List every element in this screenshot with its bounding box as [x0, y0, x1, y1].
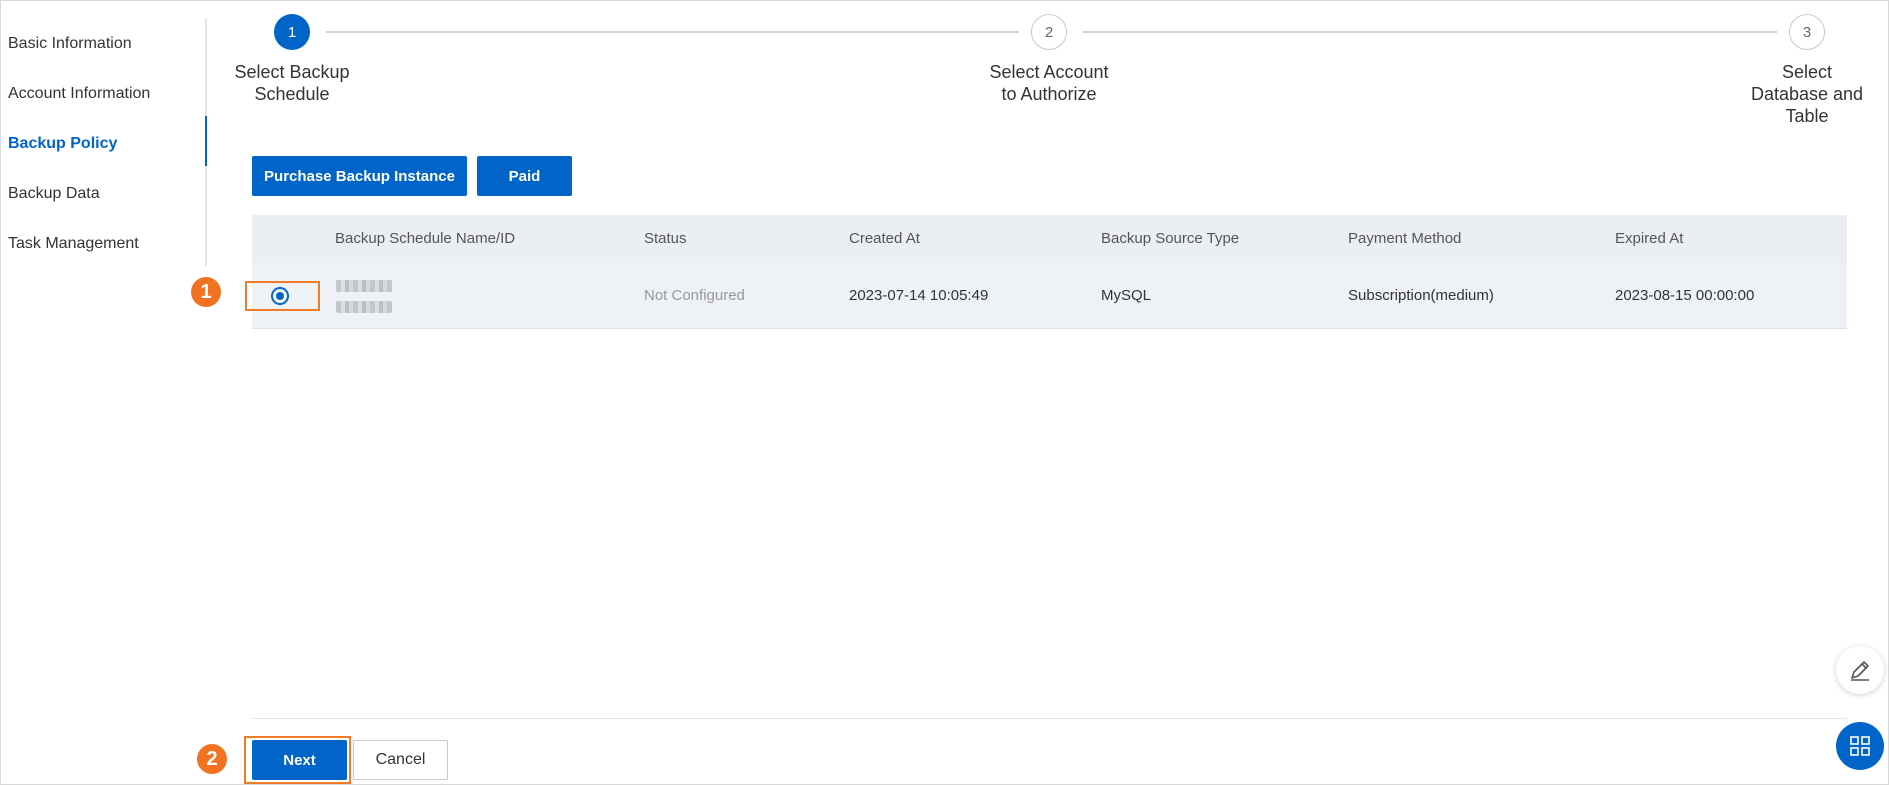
step-2-label: Select Account to Authorize: [969, 61, 1129, 105]
column-header-status: Status: [644, 230, 687, 247]
cell-status: Not Configured: [644, 287, 745, 304]
column-header-created-at: Created At: [849, 230, 920, 247]
cell-created-at: 2023-07-14 10:05:49: [849, 287, 989, 304]
cancel-button[interactable]: Cancel: [353, 740, 448, 780]
redacted-schedule-name: [336, 280, 392, 292]
sidebar-item-task-management[interactable]: Task Management: [8, 235, 139, 253]
step-3-circle: 3: [1789, 14, 1825, 50]
pencil-icon: [1851, 661, 1869, 681]
grid-icon: [1850, 736, 1870, 756]
step-1-label-line: Schedule: [254, 84, 330, 104]
step-connector: [326, 31, 1019, 33]
step-3-label-line: Database and: [1750, 84, 1864, 104]
cell-expired-at: 2023-08-15 00:00:00: [1615, 287, 1755, 304]
cell-source-type: MySQL: [1101, 287, 1152, 304]
sidebar-active-indicator: [205, 116, 207, 166]
annotation-badge-1: 1: [191, 277, 221, 307]
step-3-label: Select Database and Table: [1731, 61, 1883, 127]
step-1-circle: 1: [274, 14, 310, 50]
apps-floating-button[interactable]: [1836, 722, 1884, 770]
sidebar-item-basic-information[interactable]: Basic Information: [8, 35, 132, 53]
table-row[interactable]: Not Configured 2023-07-14 10:05:49 MySQL…: [252, 263, 1847, 329]
edit-floating-button[interactable]: [1836, 646, 1884, 694]
step-1-label: Select Backup Schedule: [212, 61, 372, 105]
table-header: Backup Schedule Name/ID Status Created A…: [252, 215, 1847, 263]
annotation-badge-2: 2: [197, 744, 227, 774]
sidebar-item-backup-policy[interactable]: Backup Policy: [8, 135, 117, 153]
column-header-source-type: Backup Source Type: [1101, 230, 1240, 247]
step-3-label-line: Table: [1785, 106, 1829, 126]
annotation-highlight-radio: [245, 281, 320, 311]
page-frame: [0, 0, 1889, 785]
paid-button[interactable]: Paid: [477, 156, 572, 196]
sidebar-item-backup-data[interactable]: Backup Data: [8, 185, 100, 203]
step-2-label-line: to Authorize: [1001, 84, 1097, 104]
column-header-name: Backup Schedule Name/ID: [335, 230, 516, 247]
sidebar-item-account-information[interactable]: Account Information: [8, 85, 150, 103]
step-connector: [1083, 31, 1777, 33]
column-header-expired-at: Expired At: [1615, 230, 1684, 247]
purchase-backup-instance-button[interactable]: Purchase Backup Instance: [252, 156, 467, 196]
column-header-payment-method: Payment Method: [1348, 230, 1462, 247]
redacted-schedule-id: [336, 301, 392, 313]
sidebar: Basic Information Account Information Ba…: [0, 18, 207, 266]
step-3-label-line: Select: [1781, 62, 1833, 82]
footer-divider: [252, 718, 1847, 719]
step-2-circle: 2: [1031, 14, 1067, 50]
cell-payment-method: Subscription(medium): [1348, 287, 1494, 304]
annotation-highlight-next: [244, 736, 351, 784]
step-1-label-line: Select Backup: [234, 62, 350, 82]
step-2-label-line: Select Account: [989, 62, 1109, 82]
